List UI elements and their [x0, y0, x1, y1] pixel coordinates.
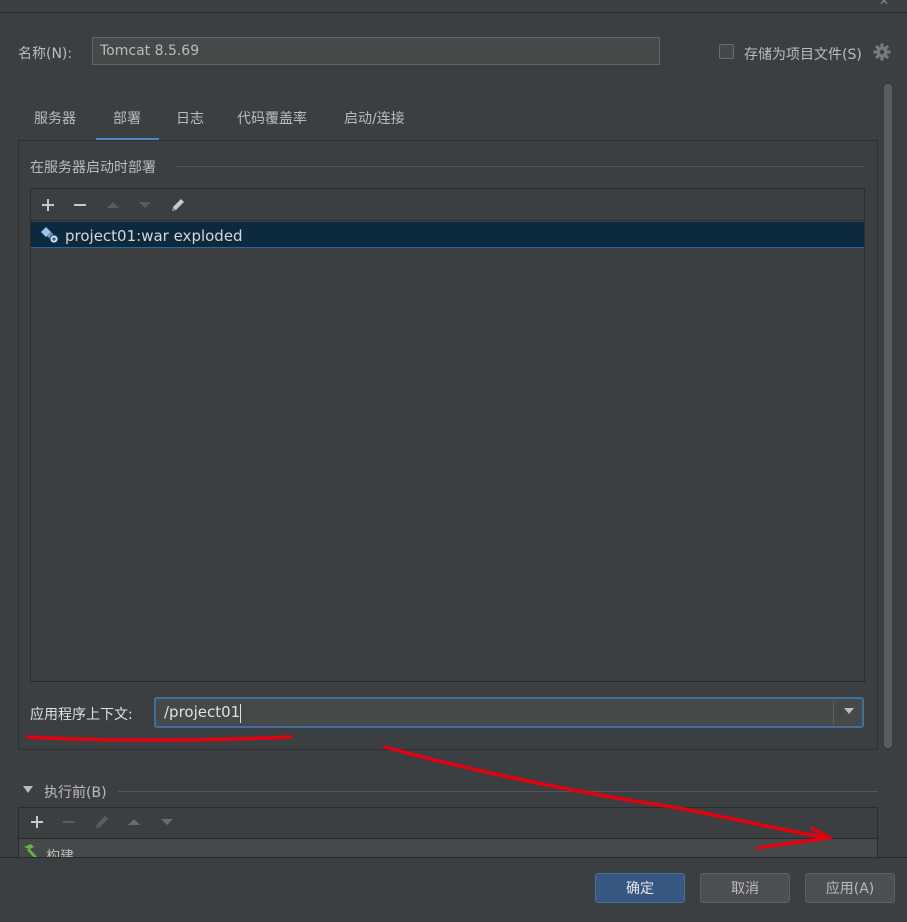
- move-down-icon[interactable]: [156, 811, 178, 833]
- text-caret: [240, 704, 241, 723]
- before-launch-divider: [118, 791, 878, 792]
- cancel-button[interactable]: 取消: [700, 873, 790, 903]
- add-icon[interactable]: [37, 194, 59, 216]
- move-up-icon[interactable]: [102, 194, 124, 216]
- close-icon[interactable]: ✕: [879, 0, 897, 8]
- tab-logs[interactable]: 日志: [176, 104, 204, 140]
- add-icon[interactable]: [26, 811, 48, 833]
- deploy-group-title: 在服务器启动时部署: [30, 160, 156, 176]
- collapse-triangle-icon[interactable]: [23, 786, 33, 793]
- before-launch-toolbar: [19, 808, 877, 839]
- apply-button[interactable]: 应用(A): [805, 873, 895, 903]
- remove-icon[interactable]: [58, 811, 80, 833]
- store-as-project-file-checkbox[interactable]: [719, 44, 734, 59]
- name-label: 名称(N):: [18, 46, 73, 62]
- gear-icon[interactable]: [872, 42, 892, 62]
- tab-startup-connection[interactable]: 启动/连接: [344, 104, 405, 140]
- deployment-list[interactable]: [30, 188, 865, 682]
- tab-bar: 服务器 部署 日志 代码覆盖率 启动/连接: [24, 104, 424, 142]
- move-down-icon[interactable]: [134, 194, 156, 216]
- move-up-icon[interactable]: [123, 811, 145, 833]
- store-as-project-file-label[interactable]: 存储为项目文件(S): [744, 44, 862, 64]
- edit-icon[interactable]: [167, 194, 189, 216]
- tab-deployment[interactable]: 部署: [113, 104, 141, 140]
- app-context-value[interactable]: /project01: [164, 703, 240, 721]
- app-context-combobox[interactable]: /project01: [154, 697, 864, 728]
- ok-button[interactable]: 确定: [595, 873, 685, 903]
- name-input[interactable]: [92, 37, 660, 65]
- app-context-label: 应用程序上下文:: [30, 707, 133, 723]
- remove-icon[interactable]: [69, 194, 91, 216]
- artifact-label: project01:war exploded: [65, 227, 243, 245]
- tab-code-coverage[interactable]: 代码覆盖率: [237, 104, 307, 140]
- scrollbar-thumb[interactable]: [884, 84, 892, 748]
- edit-icon[interactable]: [91, 811, 113, 833]
- before-launch-label[interactable]: 执行前(B): [44, 782, 107, 802]
- combobox-divider: [833, 701, 834, 725]
- title-bar-edge: [0, 0, 907, 13]
- tab-server[interactable]: 服务器: [34, 104, 76, 140]
- chevron-down-icon[interactable]: [844, 708, 854, 714]
- deployment-toolbar: [31, 189, 864, 221]
- group-divider: [175, 166, 865, 167]
- war-exploded-icon: [41, 227, 59, 244]
